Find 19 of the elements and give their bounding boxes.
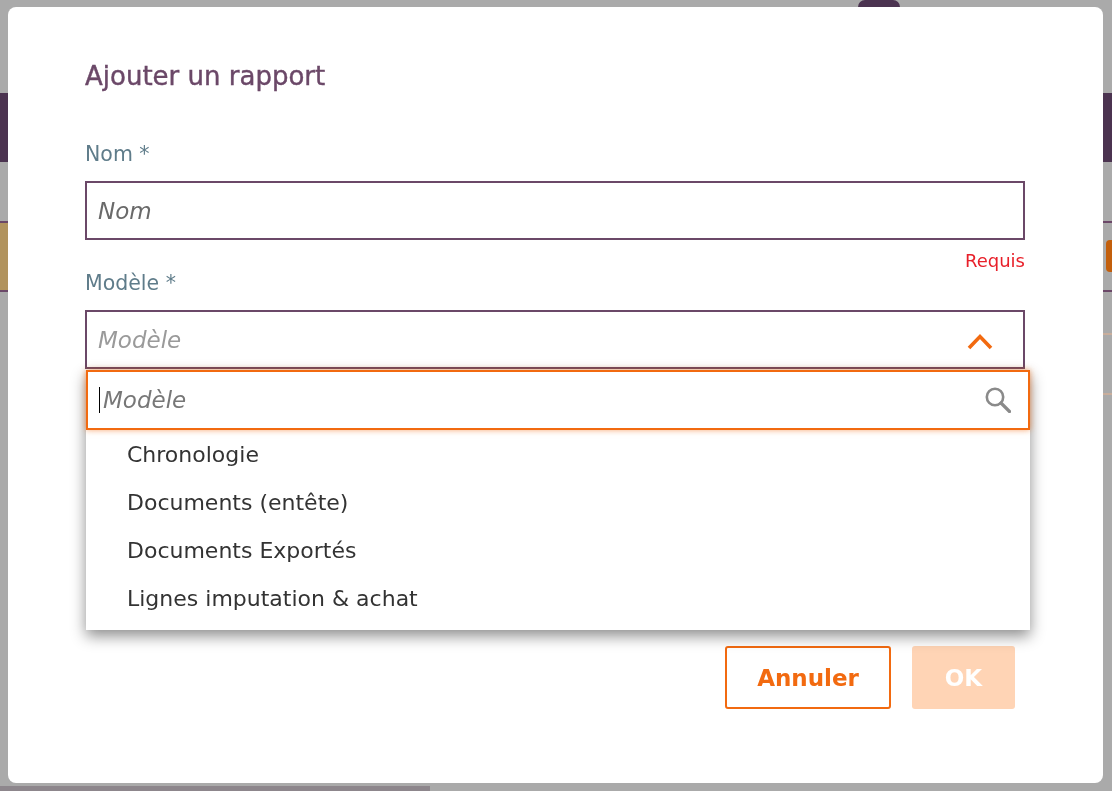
dialog-title: Ajouter un rapport	[85, 60, 326, 93]
avatar-icon	[858, 0, 900, 7]
dropdown-option[interactable]: Documents (entête)	[86, 478, 1030, 526]
field-label: Modèle *	[85, 271, 176, 295]
error-message: Requis	[965, 250, 1025, 271]
dropdown-option[interactable]: Chronologie	[86, 430, 1030, 478]
chevron-up-icon[interactable]	[967, 333, 993, 350]
select-field[interactable]: Modèle	[85, 310, 1025, 369]
badge-edge	[1106, 240, 1112, 272]
header-bar	[1103, 93, 1112, 162]
text-field[interactable]: Nom	[85, 181, 1025, 240]
field-label: Nom *	[85, 141, 150, 167]
dropdown-option[interactable]: Lignes imputation & achat	[86, 574, 1030, 622]
search-icon[interactable]	[984, 386, 1011, 413]
dropdown-option[interactable]: Documents Exportés	[86, 526, 1030, 574]
tab-edge	[0, 223, 8, 290]
search-field[interactable]: Modèle	[86, 370, 1030, 430]
header-bar	[0, 93, 8, 162]
text-cursor-icon	[99, 387, 100, 413]
